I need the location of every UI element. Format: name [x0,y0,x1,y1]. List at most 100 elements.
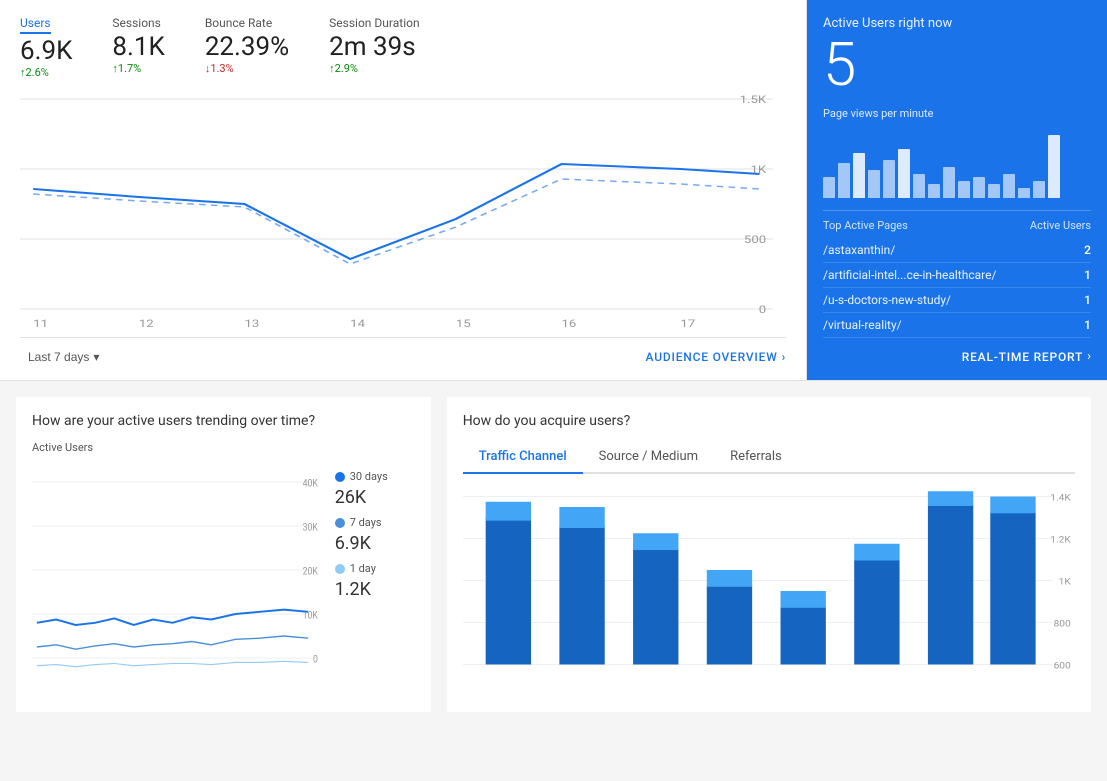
bar-dark [633,549,678,665]
realtime-panel: Active Users right now 5 Page views per … [807,0,1107,380]
rt-page-users: 2 [1084,243,1091,257]
session-duration-label: Session Duration [329,16,419,30]
rt-bar [1018,188,1030,199]
rt-bar [973,177,985,198]
acquire-panel: How do you acquire users? Traffic Channe… [447,397,1091,712]
metric-bounce-rate: Bounce Rate 22.39% ↓1.3% [205,16,289,79]
audience-overview-link[interactable]: AUDIENCE OVERVIEW › [646,350,786,364]
left-panel: Users 6.9K ↑2.6% Sessions 8.1K ↑1.7% Bou… [0,0,807,380]
realtime-page-row: /virtual-reality/ 1 [823,313,1091,338]
svg-text:1.5K: 1.5K [740,94,767,106]
realtime-pages-header: Top Active Pages Active Users [823,210,1091,232]
svg-text:1.4K: 1.4K [1050,493,1071,504]
trend-chart: 40K 30K 20K 10K 0 [32,460,323,680]
rt-bar [943,167,955,199]
svg-text:500: 500 [744,234,766,246]
metric-session-duration: Session Duration 2m 39s ↑2.9% [329,16,419,79]
chevron-down-icon: ▾ [93,350,99,364]
legend-7days-label: 7 days [350,516,382,529]
session-duration-value: 2m 39s [329,32,419,62]
realtime-subtitle: Page views per minute [823,107,1091,120]
users-change: ↑2.6% [20,66,72,79]
svg-text:17: 17 [680,318,695,329]
bounce-rate-change: ↓1.3% [205,62,289,75]
tab-referrals[interactable]: Referrals [714,441,798,474]
sessions-label: Sessions [112,16,164,30]
rt-bar [1048,135,1060,198]
rt-bar [868,170,880,198]
rt-page-url[interactable]: /u-s-doctors-new-study/ [823,293,951,307]
realtime-footer-link[interactable]: REAL-TIME REPORT › [823,339,1091,364]
rt-bar [1033,181,1045,199]
line-chart-svg: 1.5K 1K 500 0 11 Sep 12 13 14 15 16 [20,89,786,329]
sessions-value: 8.1K [112,32,164,62]
rt-page-users: 1 [1084,293,1091,307]
bar-dark [780,607,825,665]
rt-page-users: 1 [1084,268,1091,282]
metric-users: Users 6.9K ↑2.6% [20,16,72,79]
acquire-title: How do you acquire users? [463,413,1075,429]
svg-text:16: 16 [561,318,576,329]
bar-light [706,570,751,587]
active-users-col-label: Active Users [1030,219,1091,232]
svg-text:1.2K: 1.2K [1050,535,1071,546]
realtime-page-row: /astaxanthin/ 2 [823,238,1091,263]
bar-light [633,533,678,550]
rt-page-url[interactable]: /virtual-reality/ [823,318,902,332]
bar-dark [854,560,899,665]
bar-dark [559,526,604,665]
legend-1day-label: 1 day [350,562,376,575]
legend-30days-value: 26K [335,487,415,508]
svg-text:30K: 30K [303,522,318,534]
legend-7days-dot [335,518,345,528]
metrics-row: Users 6.9K ↑2.6% Sessions 8.1K ↑1.7% Bou… [20,16,786,79]
line-chart: 1.5K 1K 500 0 11 Sep 12 13 14 15 16 [20,89,786,329]
svg-text:12: 12 [139,318,154,329]
chart-footer: Last 7 days ▾ AUDIENCE OVERVIEW › [20,337,786,368]
realtime-page-row: /u-s-doctors-new-study/ 1 [823,288,1091,313]
rt-page-url[interactable]: /astaxanthin/ [823,243,895,257]
realtime-bar-chart [823,128,1091,198]
legend-1day-dot [335,564,345,574]
bottom-section: How are your active users trending over … [0,381,1107,712]
rt-page-url[interactable]: /artificial-intel...ce-in-healthcare/ [823,268,996,282]
trend-chart-svg: 40K 30K 20K 10K 0 [32,460,323,680]
svg-text:Sep: Sep [33,328,56,329]
acquire-chart-svg: 1.4K 1.2K 1K 800 600 [463,486,1075,696]
rt-page-users: 1 [1084,318,1091,332]
chevron-right-icon: › [782,350,786,364]
bounce-rate-label: Bounce Rate [205,16,289,30]
svg-text:13: 13 [245,318,260,329]
bar-dark [928,505,973,665]
acquire-tabs: Traffic Channel Source / Medium Referral… [463,441,1075,474]
rt-bar [853,153,865,199]
legend-30days-label: 30 days [350,470,388,483]
top-section: Users 6.9K ↑2.6% Sessions 8.1K ↑1.7% Bou… [0,0,1107,381]
bar-light [928,491,973,506]
rt-bar [1003,174,1015,199]
trend-legend: 30 days 26K 7 days 6.9K 1 day 1.2K [335,460,415,600]
rt-bar [823,177,835,198]
bounce-rate-value: 22.39% [205,32,289,62]
acquire-chart: 1.4K 1.2K 1K 800 600 [463,486,1075,696]
svg-text:20K: 20K [303,566,318,578]
legend-30days-dot [335,472,345,482]
svg-text:40K: 40K [303,478,318,490]
session-duration-change: ↑2.9% [329,62,419,75]
bar-light [559,507,604,528]
metric-sessions: Sessions 8.1K ↑1.7% [112,16,164,79]
bar-light [485,502,530,521]
last-days-label: Last 7 days [28,350,89,364]
last-days-button[interactable]: Last 7 days ▾ [20,346,107,368]
svg-text:0: 0 [313,654,318,666]
realtime-title: Active Users right now [823,16,1091,31]
svg-text:15: 15 [456,318,471,329]
bar-light [854,544,899,561]
chevron-right-icon: › [1087,349,1091,364]
bar-dark [485,518,530,665]
tab-source-medium[interactable]: Source / Medium [583,441,714,474]
rt-bar [838,163,850,198]
svg-text:800: 800 [1053,619,1070,630]
tab-traffic-channel[interactable]: Traffic Channel [463,441,583,474]
trending-title: How are your active users trending over … [32,413,415,429]
